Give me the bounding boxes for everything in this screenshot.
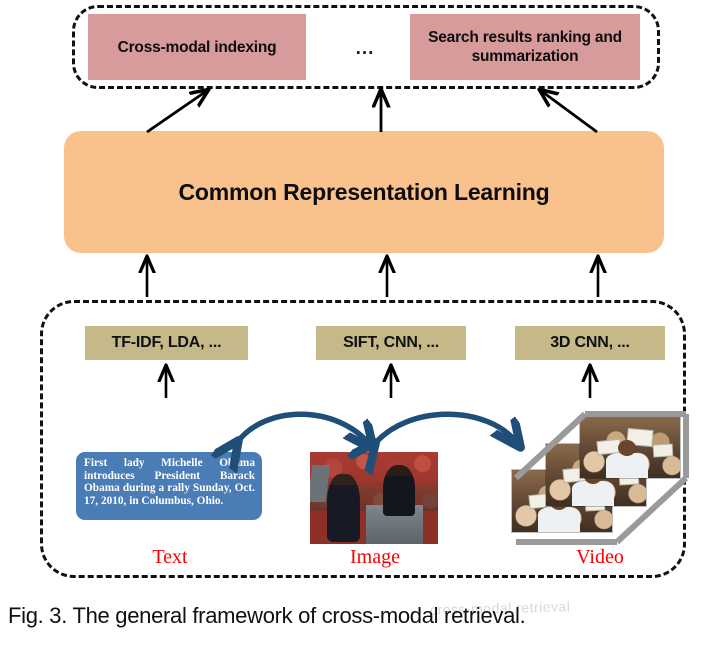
application-box-cross-modal-indexing[interactable]: Cross-modal indexing bbox=[88, 14, 306, 80]
video-frame-sign bbox=[653, 444, 673, 456]
arrow-common-to-indexing bbox=[146, 90, 208, 134]
text-modality-sample: First lady Michelle Obama introduces Pre… bbox=[76, 452, 262, 520]
modality-label-image: Image bbox=[350, 546, 400, 568]
video-frame-person-shirt bbox=[538, 507, 580, 532]
video-frame-person-head bbox=[618, 439, 636, 456]
arrow-common-to-ranking bbox=[540, 90, 598, 134]
cross-modal-retrieval-framework-figure: Cross-modal indexing ... Search results … bbox=[0, 0, 725, 645]
application-ellipsis-separator: ... bbox=[355, 38, 375, 59]
arrows-feature-to-common bbox=[147, 257, 598, 297]
video-frame-front bbox=[580, 416, 680, 478]
image-sample-person-right bbox=[382, 464, 415, 517]
video-frame-person-shirt bbox=[572, 481, 614, 506]
video-frame-person-shirt bbox=[606, 453, 648, 478]
video-modality-sample bbox=[512, 414, 688, 542]
image-sample-person-left bbox=[326, 474, 360, 543]
modality-label-text: Text bbox=[152, 546, 188, 568]
arrows-common-to-application bbox=[146, 90, 598, 134]
common-representation-learning-box[interactable]: Common Representation Learning bbox=[64, 131, 664, 253]
image-modality-sample bbox=[310, 452, 438, 544]
modality-label-video: Video bbox=[576, 546, 624, 568]
figure-caption: Fig. 3. The general framework of cross-m… bbox=[8, 603, 526, 628]
application-box-search-results-ranking[interactable]: Search results ranking and summarization bbox=[410, 14, 640, 80]
